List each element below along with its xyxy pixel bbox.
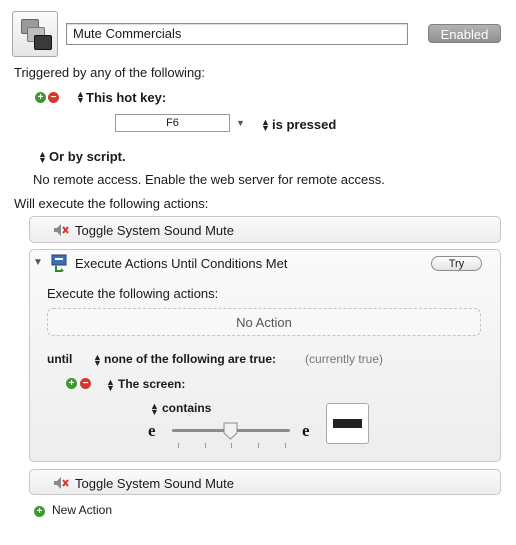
enabled-button[interactable]: Enabled (428, 24, 501, 43)
condition-state: (currently true) (305, 352, 384, 366)
action-toggle-mute-2[interactable]: Toggle System Sound Mute (29, 469, 501, 495)
condition-popup-arrows-icon[interactable]: ▲ ▼ (93, 353, 102, 368)
pressed-popup-arrows-icon[interactable]: ▲ ▼ (261, 118, 270, 133)
action-label: Execute Actions Until Conditions Met (75, 256, 288, 271)
add-condition-icon[interactable]: + (66, 378, 77, 389)
remove-trigger-icon[interactable]: − (48, 92, 59, 103)
hotkey-trigger-label[interactable]: This hot key: (86, 90, 166, 105)
speaker-mute-icon (54, 224, 69, 236)
screen-image-well[interactable] (326, 403, 369, 444)
action-label: Toggle System Sound Mute (75, 223, 234, 238)
script-popup-arrows-icon[interactable]: ▲ ▼ (38, 150, 47, 165)
try-button[interactable]: Try (431, 256, 482, 271)
execute-actions-icon (51, 254, 67, 272)
until-label: until (47, 352, 73, 366)
slider-tick (178, 443, 179, 448)
remove-condition-icon[interactable]: − (80, 378, 91, 389)
script-trigger-label[interactable]: Or by script. (49, 149, 126, 164)
actions-heading: Will execute the following actions: (14, 196, 209, 211)
add-trigger-icon[interactable]: + (35, 92, 46, 103)
execute-following-label: Execute the following actions: (47, 286, 219, 301)
no-action-dropzone[interactable]: No Action (47, 308, 481, 336)
slider-tick (231, 443, 232, 448)
match-mode[interactable]: contains (162, 401, 211, 415)
slider-min-label: e (148, 421, 156, 440)
dropdown-arrow-icon[interactable]: ▼ (236, 118, 245, 128)
slider-tick (285, 443, 286, 448)
hotkey-condition[interactable]: is pressed (272, 117, 336, 132)
slider-max-label: e (302, 421, 310, 440)
macro-name-field[interactable]: Mute Commercials (66, 23, 408, 45)
slider-tick (205, 443, 206, 448)
triggers-heading: Triggered by any of the following: (14, 65, 206, 80)
hotkey-popup-arrows-icon[interactable]: ▲ ▼ (76, 90, 85, 105)
fuzziness-slider-knob[interactable] (223, 422, 238, 440)
action-label: Toggle System Sound Mute (75, 476, 234, 491)
disclosure-triangle-icon[interactable]: ▼ (33, 257, 43, 268)
new-action-icon[interactable]: + (34, 506, 45, 517)
condition-type-label[interactable]: The screen: (118, 377, 185, 391)
contains-popup-arrows-icon[interactable]: ▲ ▼ (150, 402, 159, 417)
speaker-mute-icon (54, 477, 69, 489)
hotkey-field[interactable]: F6 (115, 114, 230, 132)
macro-icon[interactable] (12, 11, 58, 57)
screen-popup-arrows-icon[interactable]: ▲ ▼ (106, 378, 115, 393)
slider-tick (258, 443, 259, 448)
action-toggle-mute-1[interactable]: Toggle System Sound Mute (29, 216, 501, 243)
condition-mode[interactable]: none of the following are true: (104, 352, 276, 366)
remote-access-text: No remote access. Enable the web server … (33, 172, 385, 187)
new-action-button[interactable]: New Action (52, 503, 112, 517)
